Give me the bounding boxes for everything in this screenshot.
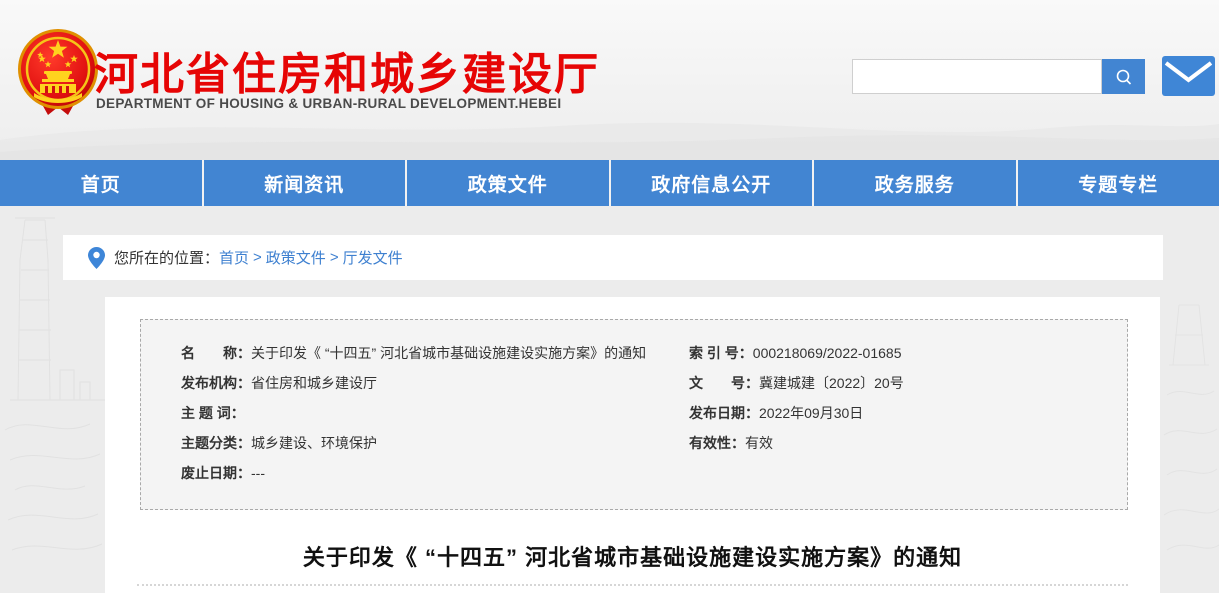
nav-item-gov-info[interactable]: 政府信息公开 <box>609 160 813 206</box>
document-meta-box: 名 称：关于印发《 “十四五” 河北省城市基础设施建设实施方案》的通知 发布机构… <box>140 319 1128 510</box>
meta-label: 文 号： <box>689 375 759 391</box>
meta-row-name: 名 称：关于印发《 “十四五” 河北省城市基础设施建设实施方案》的通知 <box>181 338 646 368</box>
nav-item-news[interactable]: 新闻资讯 <box>202 160 406 206</box>
meta-label: 发布机构： <box>181 375 251 391</box>
nav-item-special-topics[interactable]: 专题专栏 <box>1016 160 1219 206</box>
breadcrumb-label: 您所在的位置： <box>114 247 219 268</box>
meta-row-subject-category: 主题分类：城乡建设、环境保护 <box>181 428 646 458</box>
location-pin-icon <box>88 247 105 269</box>
meta-value: --- <box>251 465 265 481</box>
meta-row-index-number: 索 引 号：000218069/2022-01685 <box>689 338 904 368</box>
breadcrumb-link-dept-docs[interactable]: 厅发文件 <box>343 247 403 268</box>
search-input[interactable] <box>852 59 1102 94</box>
page: 河北省住房和城乡建设厅 DEPARTMENT OF HOUSING & URBA… <box>0 0 1219 593</box>
meta-value: 有效 <box>745 435 773 451</box>
site-header: 河北省住房和城乡建设厅 DEPARTMENT OF HOUSING & URBA… <box>0 0 1219 160</box>
search-button[interactable] <box>1102 59 1145 94</box>
meta-column-right: 索 引 号：000218069/2022-01685 文 号：冀建城建〔2022… <box>689 338 904 458</box>
national-emblem-logo <box>16 27 100 119</box>
meta-value: 关于印发《 “十四五” 河北省城市基础设施建设实施方案》的通知 <box>251 345 646 361</box>
meta-value: 冀建城建〔2022〕20号 <box>759 375 904 391</box>
breadcrumb-link-policy-docs[interactable]: 政策文件 <box>266 247 326 268</box>
right-sketch-decoration <box>1159 295 1219 575</box>
mail-icon <box>1162 56 1215 96</box>
breadcrumb-link-home[interactable]: 首页 <box>219 247 249 268</box>
meta-label: 废止日期： <box>181 465 251 481</box>
search-icon <box>1114 67 1134 87</box>
breadcrumb-separator: > <box>253 249 262 266</box>
meta-column-left: 名 称：关于印发《 “十四五” 河北省城市基础设施建设实施方案》的通知 发布机构… <box>181 338 646 488</box>
meta-value: 2022年09月30日 <box>759 405 863 421</box>
main-content: 名 称：关于印发《 “十四五” 河北省城市基础设施建设实施方案》的通知 发布机构… <box>105 297 1160 593</box>
main-nav: 首页 新闻资讯 政策文件 政府信息公开 政务服务 专题专栏 <box>0 160 1219 206</box>
meta-value: 省住房和城乡建设厅 <box>251 375 377 391</box>
meta-label: 主题分类： <box>181 435 251 451</box>
meta-label: 主 题 词： <box>181 405 245 421</box>
meta-row-publish-date: 发布日期：2022年09月30日 <box>689 398 904 428</box>
nav-item-gov-services[interactable]: 政务服务 <box>812 160 1016 206</box>
mail-button[interactable] <box>1162 56 1215 96</box>
article-title: 关于印发《 “十四五” 河北省城市基础设施建设实施方案》的通知 <box>105 540 1160 572</box>
title-divider <box>137 584 1128 586</box>
nav-item-policy-docs[interactable]: 政策文件 <box>405 160 609 206</box>
meta-row-validity: 有效性：有效 <box>689 428 904 458</box>
meta-row-doc-number: 文 号：冀建城建〔2022〕20号 <box>689 368 904 398</box>
breadcrumb-separator: > <box>330 249 339 266</box>
meta-row-subject-words: 主 题 词： <box>181 398 646 428</box>
site-title: 河北省住房和城乡建设厅 <box>94 38 600 102</box>
meta-row-repeal-date: 废止日期：--- <box>181 458 646 488</box>
meta-label: 有效性： <box>689 435 745 451</box>
meta-label: 索 引 号： <box>689 345 753 361</box>
meta-label: 名 称： <box>181 345 251 361</box>
site-subtitle: DEPARTMENT OF HOUSING & URBAN-RURAL DEVE… <box>96 96 561 111</box>
meta-value: 000218069/2022-01685 <box>753 345 902 361</box>
meta-label: 发布日期： <box>689 405 759 421</box>
meta-row-issuing-org: 发布机构：省住房和城乡建设厅 <box>181 368 646 398</box>
breadcrumb: 您所在的位置： 首页 > 政策文件 > 厅发文件 <box>63 235 1163 280</box>
meta-value: 城乡建设、环境保护 <box>251 435 377 451</box>
